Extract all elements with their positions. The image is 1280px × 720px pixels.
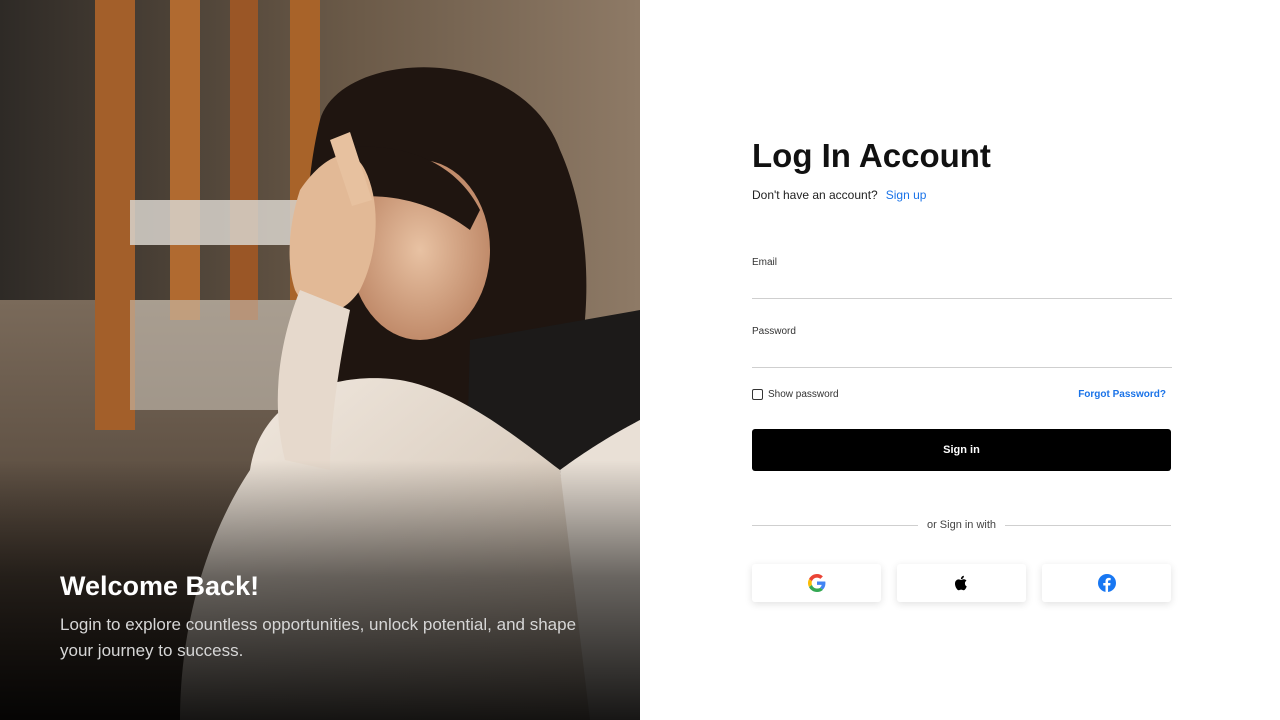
social-divider: or Sign in with	[752, 519, 1171, 531]
divider-line-right	[1005, 524, 1171, 526]
password-input[interactable]	[752, 347, 1172, 365]
email-input[interactable]	[752, 278, 1172, 296]
forgot-password-link[interactable]: Forgot Password?	[1078, 389, 1166, 400]
hero-title: Welcome Back!	[60, 571, 260, 601]
apple-sign-in-button[interactable]	[897, 564, 1026, 602]
google-icon	[807, 574, 825, 592]
password-label: Password	[752, 326, 796, 337]
signup-link[interactable]: Sign up	[886, 188, 927, 202]
apple-icon	[954, 575, 967, 591]
login-form: Log In Account Don't have an account? Si…	[752, 136, 1172, 602]
facebook-icon	[1097, 574, 1116, 592]
show-password-toggle[interactable]: Show password	[752, 388, 839, 400]
show-password-label: Show password	[768, 388, 839, 400]
form-options-row: Show password Forgot Password?	[752, 387, 1172, 401]
divider-text: or Sign in with	[926, 519, 997, 531]
sign-in-button[interactable]: Sign in	[752, 429, 1171, 471]
divider-line-left	[752, 524, 918, 526]
page-title: Log In Account	[752, 137, 991, 174]
signup-prompt-row: Don't have an account? Sign up	[752, 188, 1172, 202]
google-sign-in-button[interactable]	[752, 564, 881, 602]
hero-text: Welcome Back! Login to explore countless…	[60, 568, 600, 664]
password-field: Password	[752, 326, 1172, 368]
login-page: Welcome Back! Login to explore countless…	[0, 0, 1280, 720]
show-password-checkbox[interactable]	[752, 388, 763, 400]
hero-subtitle: Login to explore countless opportunities…	[60, 615, 577, 660]
login-form-panel: Log In Account Don't have an account? Si…	[640, 0, 1280, 720]
email-field: Email	[752, 257, 1172, 299]
social-login-row	[752, 564, 1171, 602]
facebook-sign-in-button[interactable]	[1042, 564, 1171, 602]
email-label: Email	[752, 257, 778, 268]
hero-panel: Welcome Back! Login to explore countless…	[0, 0, 640, 720]
signup-prompt-text: Don't have an account?	[752, 188, 878, 202]
